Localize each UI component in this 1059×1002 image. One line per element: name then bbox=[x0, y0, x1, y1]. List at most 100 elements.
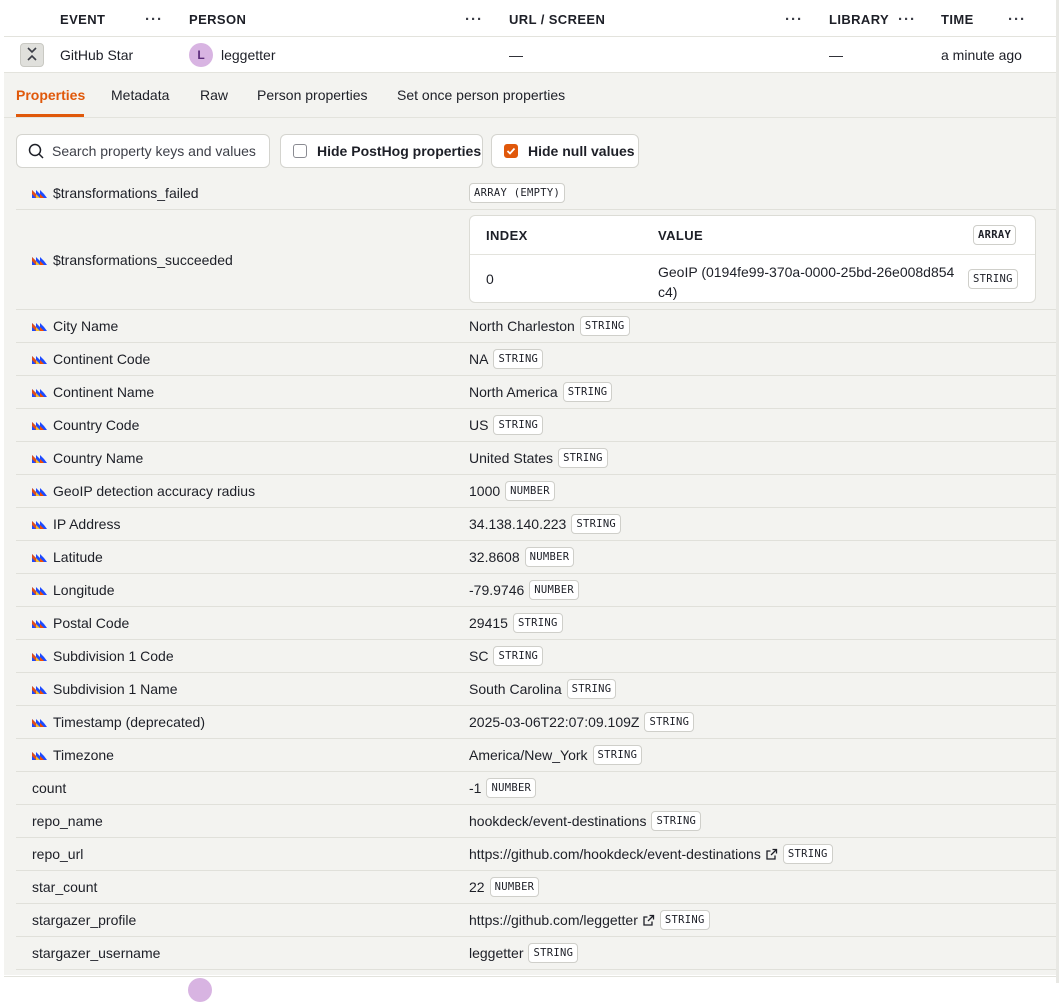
posthog-logo-icon bbox=[32, 321, 47, 331]
posthog-logo-icon bbox=[32, 651, 47, 661]
details-tabs: Properties Metadata Raw Person propertie… bbox=[4, 73, 1056, 118]
posthog-logo-icon bbox=[32, 750, 47, 760]
tab-raw[interactable]: Raw bbox=[200, 73, 228, 117]
checkbox-hide-null[interactable] bbox=[504, 144, 518, 158]
hide-null-values-toggle[interactable]: Hide null values bbox=[491, 134, 639, 168]
property-value-text: SC bbox=[469, 648, 489, 664]
tab-person-properties[interactable]: Person properties bbox=[257, 73, 368, 117]
active-tab-indicator bbox=[16, 114, 84, 117]
type-badge: STRING bbox=[566, 679, 617, 699]
tab-metadata[interactable]: Metadata bbox=[111, 73, 169, 117]
column-header-library[interactable]: LIBRARY bbox=[829, 3, 889, 36]
property-row[interactable]: repo_url https://github.com/hookdeck/even… bbox=[16, 838, 1056, 871]
property-value-text: 29415 bbox=[469, 615, 508, 631]
external-link-icon[interactable] bbox=[642, 914, 655, 927]
type-badge: NUMBER bbox=[486, 778, 537, 798]
event-details-panel: Properties Metadata Raw Person propertie… bbox=[4, 73, 1056, 975]
hide-posthog-properties-toggle[interactable]: Hide PostHog properties bbox=[280, 134, 483, 168]
property-key-text: repo_url bbox=[32, 846, 84, 862]
type-badge: STRING bbox=[644, 712, 695, 732]
property-row[interactable]: City Name North Charleston STRING bbox=[16, 310, 1056, 343]
property-row[interactable]: Country Name United States STRING bbox=[16, 442, 1056, 475]
property-row[interactable]: Timezone America/New_York STRING bbox=[16, 739, 1056, 772]
type-badge: STRING bbox=[782, 844, 833, 864]
property-row[interactable]: $transformations_failed ARRAY (EMPTY) bbox=[16, 177, 1056, 210]
tab-set-once-person-properties[interactable]: Set once person properties bbox=[397, 73, 565, 117]
column-menu-person[interactable]: ··· bbox=[465, 3, 483, 36]
property-search[interactable] bbox=[16, 134, 270, 168]
property-value-text: 1000 bbox=[469, 483, 501, 499]
type-badge: ARRAY (EMPTY) bbox=[469, 183, 566, 203]
property-row[interactable]: count -1 NUMBER bbox=[16, 772, 1056, 805]
column-menu-url[interactable]: ··· bbox=[785, 3, 803, 36]
property-key: Latitude bbox=[32, 541, 103, 573]
tab-properties[interactable]: Properties bbox=[16, 73, 85, 117]
property-value: ARRAY (EMPTY) bbox=[469, 177, 566, 209]
external-link-icon[interactable] bbox=[765, 848, 778, 861]
property-key: Country Name bbox=[32, 442, 143, 474]
property-value-text: 2025-03-06T22:07:09.109Z bbox=[469, 714, 640, 730]
column-header-person[interactable]: PERSON bbox=[189, 3, 246, 36]
properties-table: $transformations_failed ARRAY (EMPTY) $tra… bbox=[16, 177, 1056, 970]
property-row[interactable]: Country Code US STRING bbox=[16, 409, 1056, 442]
property-row[interactable]: repo_name hookdeck/event-destinations STRI… bbox=[16, 805, 1056, 838]
person-cell[interactable]: L leggetter bbox=[189, 37, 275, 72]
property-link[interactable]: https://github.com/hookdeck/event-destin… bbox=[469, 846, 761, 862]
collapse-row-button[interactable] bbox=[20, 43, 44, 67]
property-key: $transformations_succeeded bbox=[32, 210, 233, 309]
property-row[interactable]: $transformations_succeeded INDEX VALUE ARRA… bbox=[16, 210, 1056, 310]
column-header-event[interactable]: EVENT bbox=[60, 3, 105, 36]
property-row[interactable]: Timestamp (deprecated) 2025-03-06T22:07:0… bbox=[16, 706, 1056, 739]
property-row[interactable]: Subdivision 1 Code SC STRING bbox=[16, 640, 1056, 673]
property-row[interactable]: GeoIP detection accuracy radius 1000 NUMBE… bbox=[16, 475, 1056, 508]
property-row[interactable]: stargazer_username leggetter STRING bbox=[16, 937, 1056, 970]
posthog-logo-icon bbox=[32, 255, 47, 265]
posthog-logo-icon bbox=[32, 585, 47, 595]
hide-null-label: Hide null values bbox=[528, 143, 635, 159]
property-value[interactable]: https://github.com/hookdeck/event-destin… bbox=[469, 838, 833, 870]
column-menu-time[interactable]: ··· bbox=[1008, 3, 1026, 36]
property-row[interactable]: Longitude -79.9746 NUMBER bbox=[16, 574, 1056, 607]
property-key: GeoIP detection accuracy radius bbox=[32, 475, 255, 507]
property-key: repo_url bbox=[32, 838, 83, 870]
type-badge: STRING bbox=[562, 382, 613, 402]
array-index: 0 bbox=[486, 270, 494, 287]
array-value: GeoIP (0194fe99-370a-0000-25bd-26e008d85… bbox=[658, 264, 955, 300]
posthog-logo-icon bbox=[32, 387, 47, 397]
posthog-logo-icon bbox=[32, 420, 47, 430]
column-header-time[interactable]: TIME bbox=[941, 3, 974, 36]
property-row[interactable]: Continent Name North America STRING bbox=[16, 376, 1056, 409]
property-row[interactable]: star_count 22 NUMBER bbox=[16, 871, 1056, 904]
property-row[interactable]: IP Address 34.138.140.223 STRING bbox=[16, 508, 1056, 541]
property-row[interactable]: Subdivision 1 Name South Carolina STRING bbox=[16, 673, 1056, 706]
search-icon bbox=[28, 143, 44, 159]
column-menu-event[interactable]: ··· bbox=[145, 3, 163, 36]
property-key-text: Latitude bbox=[53, 549, 103, 565]
property-link[interactable]: https://github.com/leggetter bbox=[469, 912, 638, 928]
property-value-text: America/New_York bbox=[469, 747, 588, 763]
property-row[interactable]: stargazer_profile https://github.com/legg… bbox=[16, 904, 1056, 937]
type-badge: STRING bbox=[493, 646, 544, 666]
property-key: Continent Code bbox=[32, 343, 150, 375]
property-row[interactable]: Postal Code 29415 STRING bbox=[16, 607, 1056, 640]
property-key-text: GeoIP detection accuracy radius bbox=[53, 483, 256, 499]
type-badge: STRING bbox=[579, 316, 630, 336]
column-menu-library[interactable]: ··· bbox=[898, 3, 916, 36]
property-value-text: North America bbox=[469, 384, 558, 400]
property-key: star_count bbox=[32, 871, 97, 903]
person-name[interactable]: leggetter bbox=[221, 47, 275, 63]
event-row[interactable]: GitHub Star L leggetter — — a minute ago bbox=[4, 37, 1056, 73]
property-row[interactable]: Continent Code NA STRING bbox=[16, 343, 1056, 376]
property-key: IP Address bbox=[32, 508, 120, 540]
property-key: stargazer_profile bbox=[32, 904, 136, 936]
property-value-text: NA bbox=[469, 351, 489, 367]
column-header-url[interactable]: URL / SCREEN bbox=[509, 3, 605, 36]
property-value: hookdeck/event-destinations STRING bbox=[469, 805, 702, 837]
time-value: a minute ago bbox=[941, 46, 1022, 63]
property-key-text: Timezone bbox=[53, 747, 114, 763]
search-input[interactable] bbox=[52, 143, 262, 159]
property-row[interactable]: Latitude 32.8608 NUMBER bbox=[16, 541, 1056, 574]
property-value[interactable]: https://github.com/leggetter STRING bbox=[469, 904, 710, 936]
checkbox-hide-posthog[interactable] bbox=[293, 144, 307, 158]
type-badge: STRING bbox=[659, 910, 710, 930]
